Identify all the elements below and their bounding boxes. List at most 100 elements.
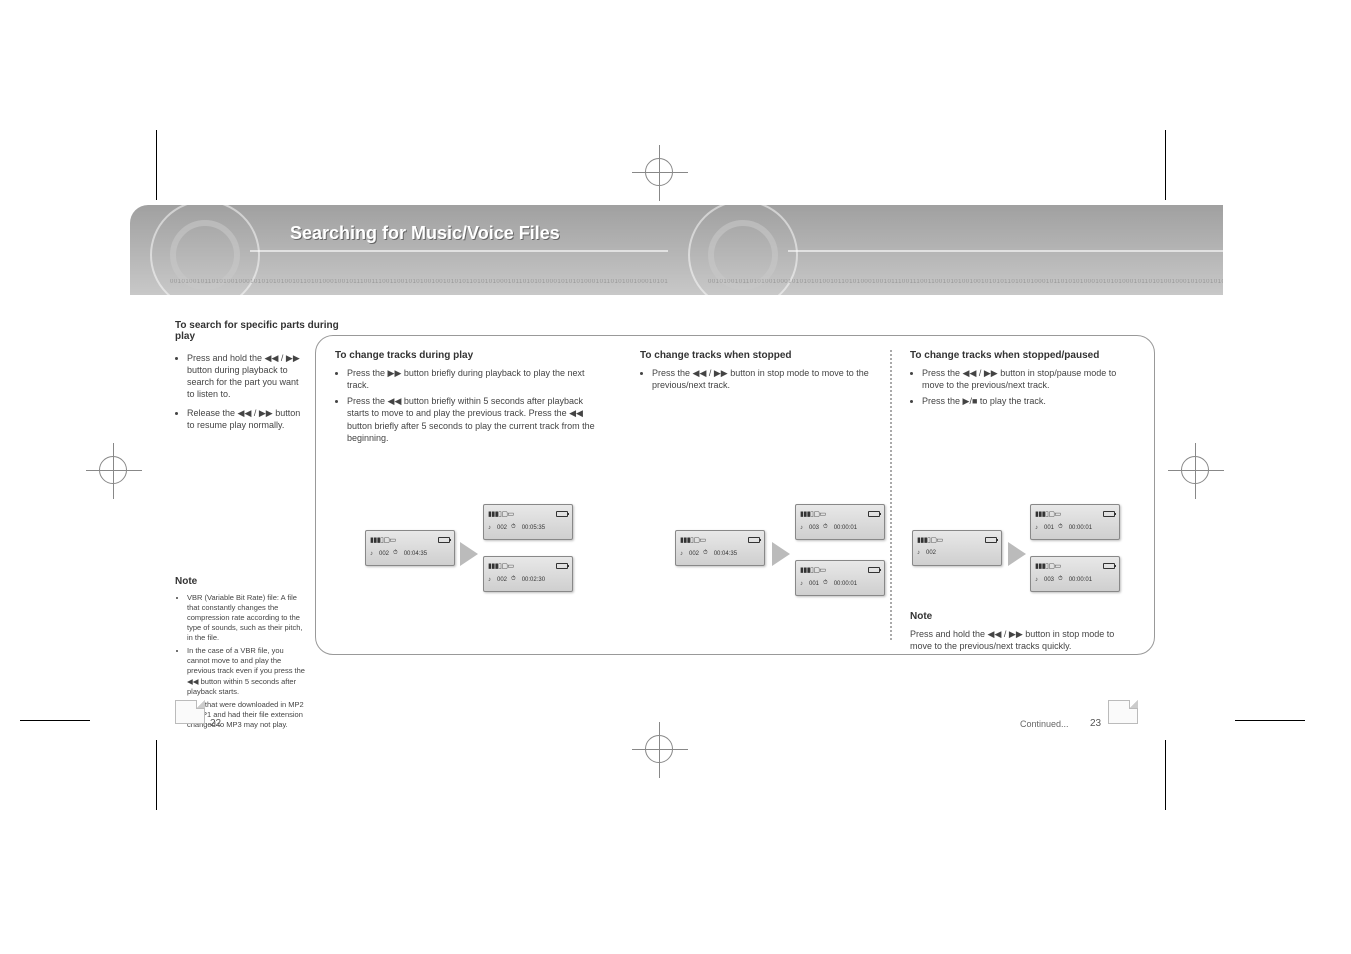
- page-title: Searching for Music/Voice Files: [290, 223, 560, 244]
- note-icon: [917, 550, 922, 556]
- track-number: 002: [497, 577, 507, 583]
- crop-mark: [20, 720, 90, 721]
- battery-icon: [438, 537, 450, 543]
- track-time: 00:00:01: [834, 525, 857, 531]
- vertical-divider: [890, 350, 892, 640]
- section-heading: To change tracks when stopped/paused: [910, 350, 1135, 361]
- clock-icon: [703, 550, 710, 557]
- track-number: 003: [809, 525, 819, 531]
- track-time: 00:04:35: [404, 551, 427, 557]
- note-item: VBR (Variable Bit Rate) file: A file tha…: [187, 593, 305, 644]
- signal-icon: ▮▮▮▯▢▭: [680, 536, 706, 544]
- box-col2: To change tracks when stopped Press the …: [640, 350, 870, 397]
- decorative-binary-text: 0010100101101010010001010101010010110101…: [170, 279, 668, 285]
- signal-icon: ▮▮▮▯▢▭: [800, 566, 826, 574]
- crop-mark: [156, 130, 157, 200]
- bullet-item: Press and hold the ◀◀ / ▶▶ button during…: [187, 352, 305, 401]
- track-number: 003: [1044, 577, 1054, 583]
- page-number-left: 22: [210, 718, 221, 729]
- box-col3: To change tracks when stopped/paused Pre…: [910, 350, 1135, 413]
- decorative-binary-text: 0010100101101010010001010101010010110101…: [708, 279, 1223, 285]
- clock-icon: [511, 576, 518, 583]
- note-icon: [370, 551, 375, 557]
- note-icon: [488, 577, 493, 583]
- track-number: 001: [809, 581, 819, 587]
- note-item: In the case of a VBR file, you cannot mo…: [187, 646, 305, 697]
- lcd-tile: ▮▮▮▯▢▭ 002 00:02:30: [483, 556, 573, 592]
- lcd-tile: ▮▮▮▯▢▭ 002: [912, 530, 1002, 566]
- bullet-item: Release the ◀◀ / ▶▶ button to resume pla…: [187, 407, 305, 431]
- bullet-item: Press the ◀◀ / ▶▶ button in stop/pause m…: [922, 367, 1135, 391]
- note-icon: [488, 525, 493, 531]
- note-icon: [800, 581, 805, 587]
- header-banner-left: Searching for Music/Voice Files 00101001…: [130, 205, 668, 295]
- page-corner-icon: [175, 700, 205, 724]
- signal-icon: ▮▮▮▯▢▭: [370, 536, 396, 544]
- left-column-intro: To search for specific parts during play: [175, 320, 340, 342]
- registration-mark-icon: [645, 735, 673, 763]
- print-spread: Searching for Music/Voice Files 00101001…: [0, 0, 1351, 954]
- left-text-block: Press and hold the ◀◀ / ▶▶ button during…: [175, 348, 305, 435]
- bullet-item: Press the ◀◀ / ▶▶ button in stop mode to…: [652, 367, 870, 391]
- continued-label: Continued...: [1020, 719, 1069, 729]
- arrow-right-icon: [460, 542, 478, 566]
- registration-mark-icon: [1181, 456, 1209, 484]
- track-number: 002: [379, 551, 389, 557]
- note-block: Note Press and hold the ◀◀ / ▶▶ button i…: [910, 610, 1130, 652]
- crop-mark: [156, 740, 157, 810]
- track-number: 002: [926, 550, 936, 556]
- clock-icon: [393, 550, 400, 557]
- battery-icon: [868, 567, 880, 573]
- lcd-tile: ▮▮▮▯▢▭ 003 00:00:01: [1030, 556, 1120, 592]
- track-time: 00:00:01: [834, 581, 857, 587]
- crop-mark: [1235, 720, 1305, 721]
- track-number: 002: [497, 525, 507, 531]
- lcd-tile: ▮▮▮▯▢▭ 001 00:00:01: [795, 560, 885, 596]
- signal-icon: ▮▮▮▯▢▭: [1035, 510, 1061, 518]
- clock-icon: [823, 524, 830, 531]
- registration-mark-icon: [645, 158, 673, 186]
- note-heading: Note: [910, 610, 1130, 624]
- battery-icon: [1103, 511, 1115, 517]
- section-heading: To change tracks when stopped: [640, 350, 870, 361]
- lcd-tile: ▮▮▮▯▢▭ 002 00:04:35: [365, 530, 455, 566]
- crop-mark: [1165, 130, 1166, 200]
- page-number-right: 23: [1090, 718, 1101, 729]
- track-number: 002: [689, 551, 699, 557]
- section-heading: To search for specific parts during play: [175, 320, 340, 342]
- track-number: 001: [1044, 525, 1054, 531]
- box-col1: To change tracks during play Press the ▶…: [335, 350, 595, 450]
- battery-icon: [556, 563, 568, 569]
- page-corner-icon: [1108, 700, 1138, 724]
- lcd-tile: ▮▮▮▯▢▭ 003 00:00:01: [795, 504, 885, 540]
- signal-icon: ▮▮▮▯▢▭: [1035, 562, 1061, 570]
- clock-icon: [1058, 576, 1065, 583]
- note-icon: [680, 551, 685, 557]
- battery-icon: [556, 511, 568, 517]
- decorative-line: [250, 250, 668, 252]
- track-time: 00:00:01: [1069, 525, 1092, 531]
- battery-icon: [868, 511, 880, 517]
- battery-icon: [1103, 563, 1115, 569]
- track-time: 00:02:30: [522, 577, 545, 583]
- registration-mark-icon: [99, 456, 127, 484]
- lcd-tile: ▮▮▮▯▢▭ 00200:04:35: [675, 530, 765, 566]
- signal-icon: ▮▮▮▯▢▭: [800, 510, 826, 518]
- note-icon: [1035, 577, 1040, 583]
- track-time: 00:05:35: [522, 525, 545, 531]
- note-icon: [1035, 525, 1040, 531]
- note-text: Press and hold the ◀◀ / ▶▶ button in sto…: [910, 628, 1130, 652]
- decorative-line: [788, 250, 1223, 252]
- crop-mark: [1165, 740, 1166, 810]
- battery-icon: [985, 537, 997, 543]
- clock-icon: [823, 580, 830, 587]
- note-icon: [800, 525, 805, 531]
- lcd-tile: ▮▮▮▯▢▭ 00200:05:35: [483, 504, 573, 540]
- bullet-item: Press the ◀◀ button briefly within 5 sec…: [347, 395, 595, 444]
- header-banner-right: 0010100101101010010001010101010010110101…: [668, 205, 1223, 295]
- signal-icon: ▮▮▮▯▢▭: [488, 562, 514, 570]
- clock-icon: [1058, 524, 1065, 531]
- battery-icon: [748, 537, 760, 543]
- track-time: 00:00:01: [1069, 577, 1092, 583]
- arrow-right-icon: [772, 542, 790, 566]
